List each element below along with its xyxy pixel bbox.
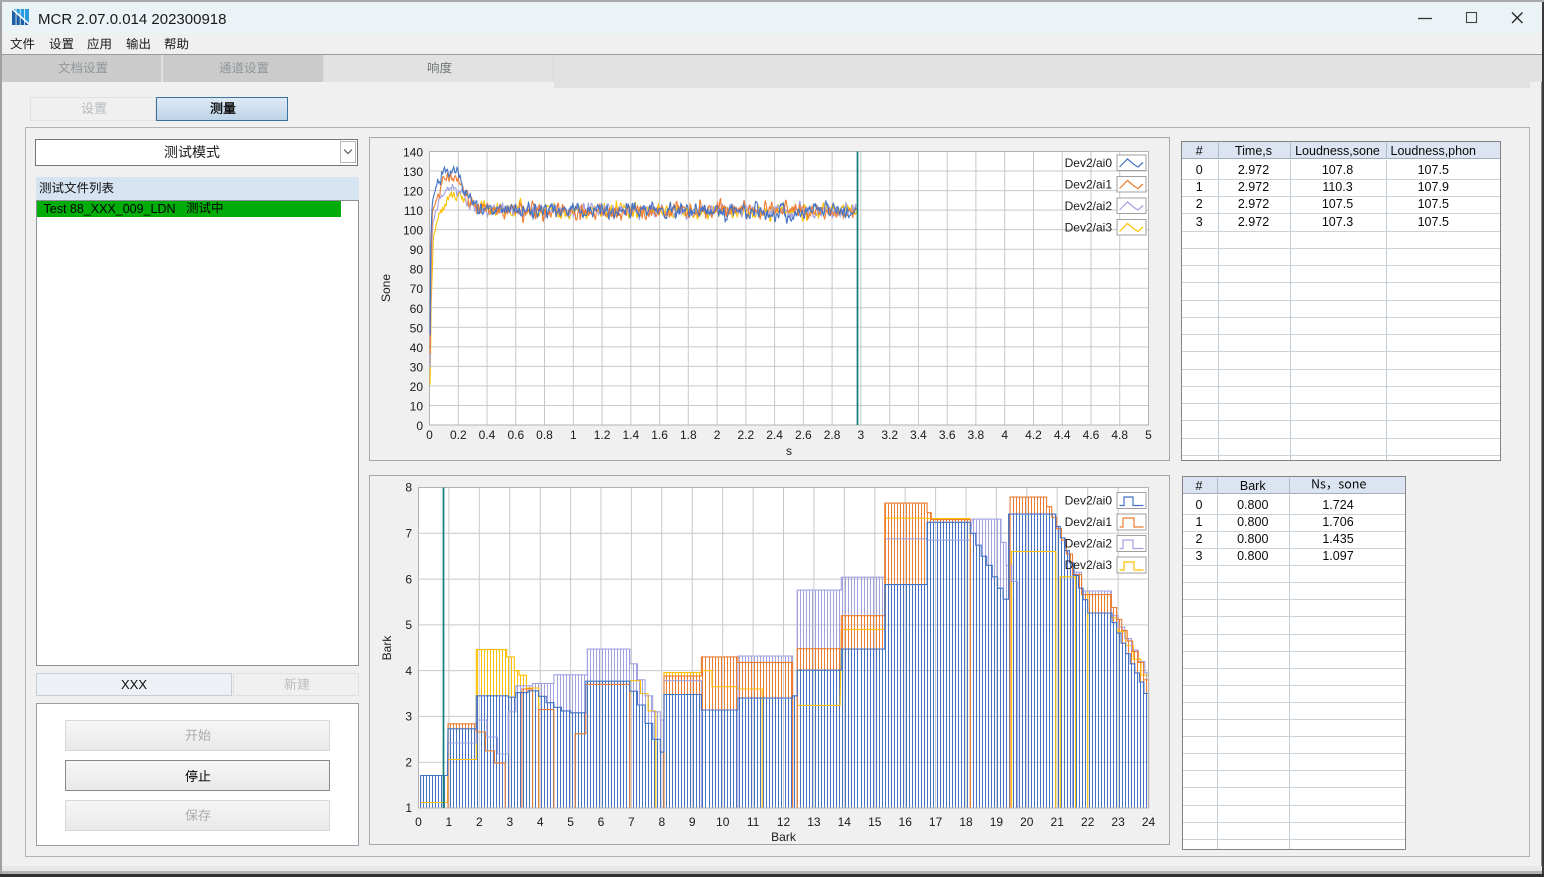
svg-text:3: 3	[858, 428, 865, 442]
svg-text:1: 1	[405, 801, 412, 815]
svg-text:100: 100	[403, 224, 423, 238]
svg-text:5: 5	[567, 815, 574, 829]
svg-text:15: 15	[868, 815, 882, 829]
svg-text:2: 2	[476, 815, 483, 829]
svg-text:5: 5	[405, 618, 412, 632]
svg-text:3: 3	[506, 815, 513, 829]
svg-text:Dev2/ai1: Dev2/ai1	[1065, 178, 1113, 192]
svg-text:3.4: 3.4	[910, 428, 927, 442]
svg-text:1.4: 1.4	[622, 428, 639, 442]
svg-text:10: 10	[410, 400, 424, 414]
svg-text:23: 23	[1111, 815, 1125, 829]
svg-text:Dev2/ai2: Dev2/ai2	[1065, 537, 1113, 551]
svg-text:30: 30	[410, 360, 424, 374]
svg-text:18: 18	[959, 815, 973, 829]
svg-text:4: 4	[405, 664, 412, 678]
svg-text:130: 130	[403, 165, 423, 179]
svg-text:Dev2/ai3: Dev2/ai3	[1065, 221, 1113, 235]
svg-text:4.8: 4.8	[1111, 428, 1128, 442]
svg-text:7: 7	[405, 527, 412, 541]
svg-text:5: 5	[1145, 428, 1152, 442]
svg-text:2.6: 2.6	[795, 428, 812, 442]
svg-text:1: 1	[446, 815, 453, 829]
svg-text:20: 20	[1020, 815, 1034, 829]
svg-text:Dev2/ai2: Dev2/ai2	[1065, 199, 1113, 213]
svg-text:Dev2/ai0: Dev2/ai0	[1065, 494, 1113, 508]
svg-text:120: 120	[403, 185, 423, 199]
svg-text:Sone: Sone	[379, 274, 393, 302]
svg-text:Dev2/ai0: Dev2/ai0	[1065, 156, 1113, 170]
svg-text:8: 8	[405, 481, 412, 495]
svg-text:2: 2	[405, 755, 412, 769]
svg-text:4: 4	[1001, 428, 1008, 442]
svg-text:14: 14	[838, 815, 852, 829]
svg-text:140: 140	[403, 146, 423, 160]
svg-text:0: 0	[415, 815, 422, 829]
svg-text:3: 3	[405, 710, 412, 724]
svg-text:0.4: 0.4	[479, 428, 496, 442]
svg-text:Bark: Bark	[380, 635, 394, 661]
svg-text:0: 0	[416, 419, 423, 433]
svg-text:2.2: 2.2	[738, 428, 755, 442]
svg-text:8: 8	[658, 815, 665, 829]
svg-text:22: 22	[1081, 815, 1095, 829]
svg-text:3.8: 3.8	[968, 428, 985, 442]
svg-text:4.2: 4.2	[1025, 428, 1042, 442]
svg-text:0: 0	[426, 428, 433, 442]
svg-text:s: s	[786, 444, 792, 458]
svg-text:11: 11	[747, 815, 760, 829]
svg-text:80: 80	[410, 263, 424, 277]
svg-text:50: 50	[410, 321, 424, 335]
svg-text:0.2: 0.2	[450, 428, 467, 442]
svg-text:24: 24	[1142, 815, 1156, 829]
svg-text:4.4: 4.4	[1054, 428, 1071, 442]
svg-text:Bark: Bark	[771, 830, 797, 844]
svg-text:7: 7	[628, 815, 635, 829]
svg-text:6: 6	[598, 815, 605, 829]
svg-text:6: 6	[405, 572, 412, 586]
svg-text:3.6: 3.6	[939, 428, 956, 442]
svg-text:3.2: 3.2	[881, 428, 898, 442]
svg-text:0.8: 0.8	[536, 428, 553, 442]
svg-text:10: 10	[716, 815, 730, 829]
svg-text:13: 13	[807, 815, 821, 829]
svg-text:19: 19	[990, 815, 1004, 829]
svg-text:2.8: 2.8	[824, 428, 841, 442]
svg-text:40: 40	[410, 341, 424, 355]
svg-text:17: 17	[929, 815, 943, 829]
svg-text:2.4: 2.4	[766, 428, 783, 442]
svg-text:Dev2/ai3: Dev2/ai3	[1065, 558, 1113, 572]
svg-text:70: 70	[410, 282, 424, 296]
svg-text:60: 60	[410, 302, 424, 316]
svg-text:Dev2/ai1: Dev2/ai1	[1065, 515, 1113, 529]
svg-text:9: 9	[689, 815, 696, 829]
svg-text:2: 2	[714, 428, 721, 442]
svg-text:0.6: 0.6	[507, 428, 524, 442]
svg-text:4: 4	[537, 815, 544, 829]
svg-text:12: 12	[777, 815, 791, 829]
svg-text:1.8: 1.8	[680, 428, 697, 442]
svg-text:4.6: 4.6	[1083, 428, 1100, 442]
svg-text:1.2: 1.2	[594, 428, 611, 442]
svg-text:90: 90	[410, 243, 424, 257]
svg-text:1.6: 1.6	[651, 428, 668, 442]
svg-text:21: 21	[1051, 815, 1065, 829]
svg-text:20: 20	[410, 380, 424, 394]
svg-text:110: 110	[404, 204, 423, 218]
svg-text:1: 1	[570, 428, 577, 442]
svg-text:16: 16	[899, 815, 913, 829]
